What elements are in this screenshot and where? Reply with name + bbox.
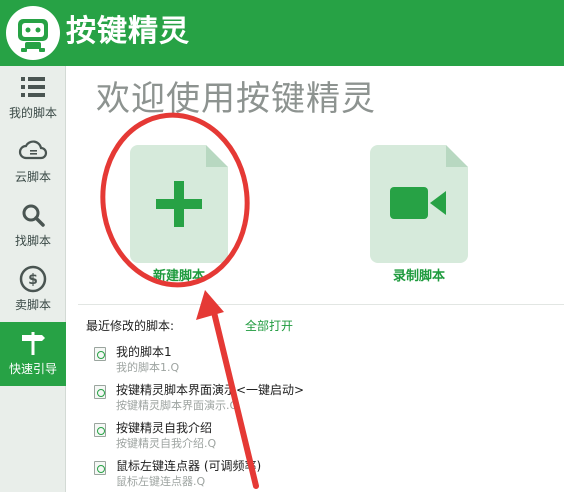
annotation-arrow	[209, 301, 259, 489]
annotation-overlay	[100, 112, 259, 489]
annotation-arrowhead	[196, 290, 224, 320]
annotation-circle	[100, 112, 250, 288]
